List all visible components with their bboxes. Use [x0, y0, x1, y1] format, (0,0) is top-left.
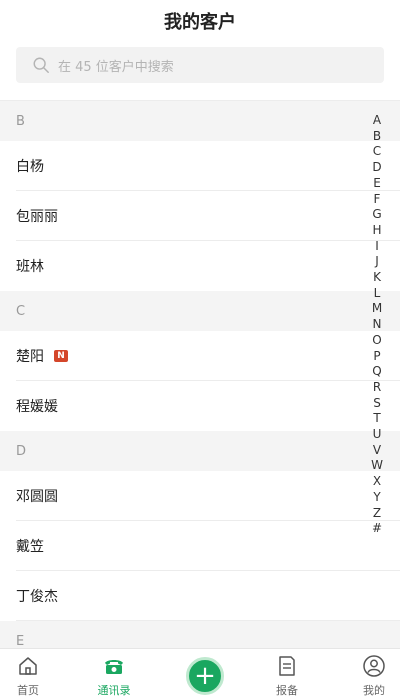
tab-report-label: 报备: [276, 684, 298, 697]
plus-icon: +: [194, 661, 216, 691]
tab-report[interactable]: 报备: [257, 649, 317, 700]
index-letter[interactable]: O: [372, 333, 381, 349]
customer-name: 楚阳: [16, 349, 44, 365]
index-letter[interactable]: Y: [373, 490, 380, 506]
section-header-b: B: [0, 101, 400, 141]
tab-mine[interactable]: 我的: [344, 649, 400, 700]
index-letter[interactable]: R: [373, 380, 381, 396]
new-badge: N: [54, 350, 68, 362]
page-title: 我的客户: [164, 12, 236, 33]
index-letter[interactable]: K: [373, 270, 381, 286]
customer-name: 班林: [16, 259, 44, 275]
tab-bar: 首页 通讯录 + 报备 我的: [0, 648, 400, 700]
customer-name: 白杨: [16, 159, 44, 175]
tab-mine-label: 我的: [363, 684, 385, 697]
add-button[interactable]: +: [186, 657, 224, 695]
list-item[interactable]: 班林: [0, 241, 400, 291]
tab-home[interactable]: 首页: [0, 649, 58, 700]
index-letter[interactable]: Z: [373, 506, 381, 522]
index-letter[interactable]: A: [373, 113, 381, 129]
search-input[interactable]: 在 45 位客户中搜索: [16, 47, 384, 83]
index-letter[interactable]: E: [373, 176, 381, 192]
index-letter[interactable]: W: [371, 458, 383, 474]
customer-name: 戴笠: [16, 539, 44, 555]
index-letter[interactable]: Q: [372, 364, 381, 380]
list-item[interactable]: 包丽丽: [0, 191, 400, 241]
list-item[interactable]: 程媛媛: [0, 381, 400, 431]
index-letter[interactable]: T: [373, 411, 380, 427]
user-icon: [363, 655, 385, 677]
index-letter[interactable]: D: [372, 160, 381, 176]
index-letter[interactable]: #: [372, 521, 382, 537]
index-letter[interactable]: M: [372, 301, 382, 317]
index-letter[interactable]: L: [374, 286, 381, 302]
customer-name: 程媛媛: [16, 399, 58, 415]
alphabet-index[interactable]: A B C D E F G H I J K L M N O P Q R S T U V W X Y Z #: [370, 113, 384, 537]
index-letter[interactable]: H: [372, 223, 381, 239]
list-item[interactable]: 白杨: [0, 141, 400, 191]
search-placeholder: 在 45 位客户中搜索: [58, 59, 174, 75]
tab-home-label: 首页: [17, 684, 39, 697]
search-icon: [33, 57, 49, 73]
index-letter[interactable]: J: [375, 254, 379, 270]
customer-name: 邓圆圆: [16, 489, 58, 505]
index-letter[interactable]: F: [374, 192, 381, 208]
customer-name: 丁俊杰: [16, 589, 58, 605]
index-letter[interactable]: S: [373, 396, 381, 412]
tab-contacts[interactable]: 通讯录: [84, 649, 144, 700]
list-item[interactable]: 楚阳 N: [0, 331, 400, 381]
home-icon: [19, 657, 37, 675]
list-item[interactable]: 邓圆圆: [0, 471, 400, 521]
index-letter[interactable]: X: [373, 474, 381, 490]
index-letter[interactable]: C: [373, 144, 381, 160]
customer-name: 包丽丽: [16, 209, 58, 225]
tab-contacts-label: 通讯录: [97, 684, 131, 697]
section-header-e: E: [0, 621, 400, 648]
document-icon: [279, 656, 295, 676]
index-letter[interactable]: I: [375, 239, 379, 255]
section-header-d: D: [0, 431, 400, 471]
customer-list[interactable]: B 白杨 包丽丽 班林 C 楚阳 N 程媛媛 D 邓圆圆 戴笠 丁俊杰 E: [0, 100, 400, 648]
list-item[interactable]: 丁俊杰: [0, 571, 400, 621]
phone-book-icon: [105, 660, 123, 674]
index-letter[interactable]: P: [373, 349, 380, 365]
index-letter[interactable]: G: [372, 207, 381, 223]
index-letter[interactable]: B: [373, 129, 381, 145]
index-letter[interactable]: V: [373, 443, 381, 459]
header: 我的客户 在 45 位客户中搜索: [0, 0, 400, 100]
section-header-c: C: [0, 291, 400, 331]
index-letter[interactable]: N: [373, 317, 382, 333]
list-item[interactable]: 戴笠: [0, 521, 400, 571]
index-letter[interactable]: U: [373, 427, 382, 443]
